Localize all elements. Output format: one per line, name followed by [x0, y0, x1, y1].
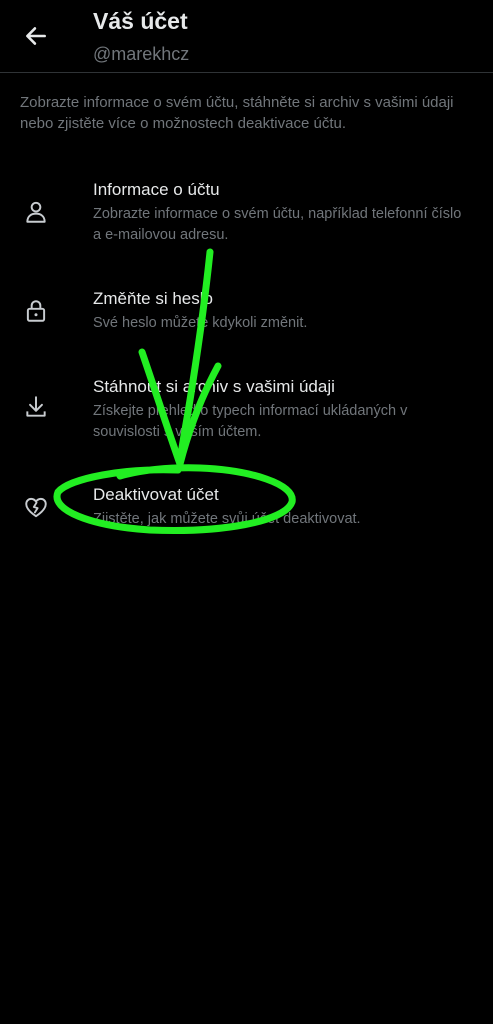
page-title: Váš účet [93, 8, 188, 34]
header: Váš účet @marekhcz [0, 0, 493, 73]
menu-item-description: Zjistěte, jak můžete svůj účet deaktivov… [93, 511, 361, 527]
lock-icon [22, 297, 50, 325]
back-button[interactable] [20, 20, 52, 52]
menu-item-account-info[interactable]: Informace o účtu Zobrazte informace o sv… [0, 180, 493, 250]
menu-item-change-password[interactable]: Změňte si heslo Své heslo můžete kdykoli… [0, 289, 493, 339]
menu-item-download-archive[interactable]: Stáhnout si archiv s vašimi údaji Získej… [0, 377, 493, 447]
broken-heart-icon [22, 493, 50, 521]
menu-item-title: Informace o účtu [93, 180, 220, 199]
intro-text: Zobrazte informace o svém účtu, stáhněte… [20, 94, 454, 132]
menu-item-description: Získejte přehled o typech informací uklá… [93, 403, 408, 440]
download-icon [22, 393, 50, 421]
menu-item-deactivate-account[interactable]: Deaktivovat účet Zjistěte, jak můžete sv… [0, 485, 493, 535]
account-settings-screen: Váš účet @marekhcz Zobrazte informace o … [0, 0, 493, 1024]
username-label: @marekhcz [93, 44, 190, 64]
menu-item-title: Změňte si heslo [93, 289, 213, 308]
menu-item-title: Stáhnout si archiv s vašimi údaji [93, 377, 335, 396]
menu-item-description: Své heslo můžete kdykoli změnit. [93, 315, 308, 331]
menu-item-title: Deaktivovat účet [93, 485, 219, 504]
menu-item-description: Zobrazte informace o svém účtu, napříkla… [93, 206, 462, 243]
person-icon [22, 198, 50, 226]
arrow-left-icon [26, 27, 46, 45]
